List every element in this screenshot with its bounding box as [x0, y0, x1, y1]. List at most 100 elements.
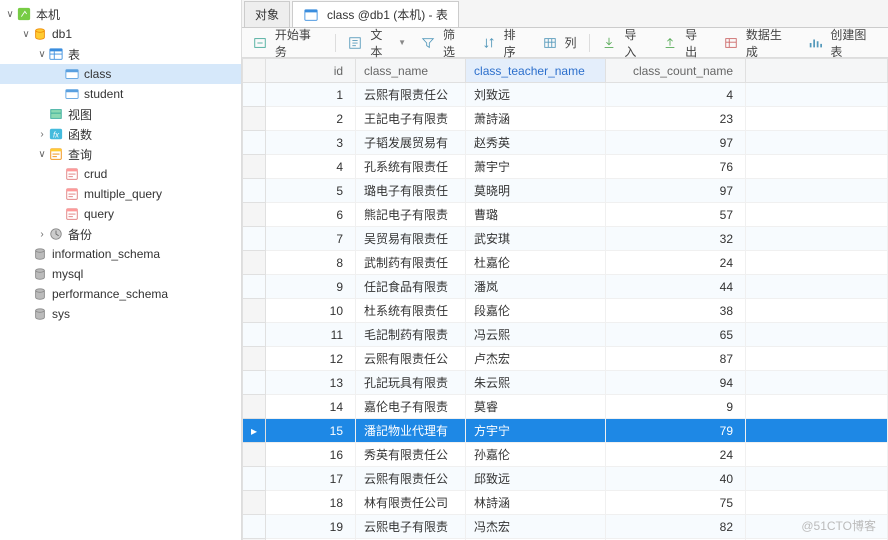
cell-id[interactable]: 14: [266, 395, 356, 419]
cell-class-count-name[interactable]: 97: [606, 131, 746, 155]
begin-transaction-button[interactable]: 开始事务: [246, 23, 329, 63]
table-row[interactable]: 12云熙有限责任公卢杰宏87: [243, 347, 888, 371]
cell-class-count-name[interactable]: 76: [606, 155, 746, 179]
table-row[interactable]: 16秀英有限责任公孙嘉伦24: [243, 443, 888, 467]
cell-class-count-name[interactable]: 24: [606, 443, 746, 467]
cell-class-name[interactable]: 林有限责任公司: [356, 491, 466, 515]
cell-class-count-name[interactable]: 65: [606, 323, 746, 347]
twisty-icon[interactable]: ›: [36, 229, 48, 240]
table-row[interactable]: ▸15潘記物业代理有方宇宁79: [243, 419, 888, 443]
cell-id[interactable]: 7: [266, 227, 356, 251]
cell-class-teacher-name[interactable]: 卢杰宏: [466, 347, 606, 371]
table-row[interactable]: 9任記食品有限责潘岚44: [243, 275, 888, 299]
cell-class-teacher-name[interactable]: 莫晓明: [466, 179, 606, 203]
col-id[interactable]: id: [266, 59, 356, 83]
cell-id[interactable]: 13: [266, 371, 356, 395]
cell-id[interactable]: 19: [266, 515, 356, 539]
cell-id[interactable]: 17: [266, 467, 356, 491]
db-sys[interactable]: sys: [0, 304, 241, 324]
cell-class-name[interactable]: 璐电子有限责任: [356, 179, 466, 203]
columns-button[interactable]: 列: [536, 31, 583, 54]
cell-class-name[interactable]: 武制药有限责任: [356, 251, 466, 275]
cell-class-count-name[interactable]: 57: [606, 203, 746, 227]
cell-class-name[interactable]: 熊記电子有限责: [356, 203, 466, 227]
cell-id[interactable]: 18: [266, 491, 356, 515]
col-class-teacher-name[interactable]: class_teacher_name: [466, 59, 606, 83]
chart-button[interactable]: 创建图表: [801, 23, 884, 63]
functions-folder[interactable]: ›fx函数: [0, 124, 241, 144]
twisty-icon[interactable]: ∨: [36, 49, 48, 60]
table-row[interactable]: 8武制药有限责任杜嘉伦24: [243, 251, 888, 275]
cell-class-name[interactable]: 吴贸易有限责任: [356, 227, 466, 251]
cell-class-count-name[interactable]: 9: [606, 395, 746, 419]
table-row[interactable]: 5璐电子有限责任莫晓明97: [243, 179, 888, 203]
table-row[interactable]: 6熊記电子有限责曹璐57: [243, 203, 888, 227]
cell-class-count-name[interactable]: 40: [606, 467, 746, 491]
cell-class-teacher-name[interactable]: 孙嘉伦: [466, 443, 606, 467]
table-row[interactable]: 19云熙电子有限责冯杰宏82: [243, 515, 888, 539]
table-row[interactable]: 4孔系统有限责任萧宇宁76: [243, 155, 888, 179]
cell-class-name[interactable]: 云熙有限责任公: [356, 467, 466, 491]
cell-class-count-name[interactable]: 44: [606, 275, 746, 299]
cell-id[interactable]: 9: [266, 275, 356, 299]
cell-class-teacher-name[interactable]: 邱致远: [466, 467, 606, 491]
cell-class-teacher-name[interactable]: 萧宇宁: [466, 155, 606, 179]
import-button[interactable]: 导入: [596, 23, 655, 63]
cell-class-name[interactable]: 孔記玩具有限责: [356, 371, 466, 395]
twisty-icon[interactable]: ∨: [4, 9, 16, 20]
table-row[interactable]: 17云熙有限责任公邱致远40: [243, 467, 888, 491]
cell-class-name[interactable]: 潘記物业代理有: [356, 419, 466, 443]
host[interactable]: ∨本机: [0, 4, 241, 24]
db-mysql[interactable]: mysql: [0, 264, 241, 284]
views-folder[interactable]: 视图: [0, 104, 241, 124]
cell-class-name[interactable]: 子韬发展贸易有: [356, 131, 466, 155]
cell-class-teacher-name[interactable]: 莫睿: [466, 395, 606, 419]
cell-class-teacher-name[interactable]: 林詩涵: [466, 491, 606, 515]
cell-id[interactable]: 2: [266, 107, 356, 131]
cell-class-count-name[interactable]: 38: [606, 299, 746, 323]
cell-class-count-name[interactable]: 82: [606, 515, 746, 539]
cell-class-name[interactable]: 毛記制药有限责: [356, 323, 466, 347]
table-row[interactable]: 2王記电子有限责萧詩涵23: [243, 107, 888, 131]
table-student[interactable]: student: [0, 84, 241, 104]
table-row[interactable]: 1云熙有限责任公刘致远4: [243, 83, 888, 107]
cell-id[interactable]: 10: [266, 299, 356, 323]
cell-id[interactable]: 4: [266, 155, 356, 179]
cell-class-teacher-name[interactable]: 段嘉伦: [466, 299, 606, 323]
cell-id[interactable]: 5: [266, 179, 356, 203]
text-button[interactable]: 文本▼: [342, 23, 413, 63]
cell-class-teacher-name[interactable]: 萧詩涵: [466, 107, 606, 131]
cell-class-name[interactable]: 孔系统有限责任: [356, 155, 466, 179]
cell-class-teacher-name[interactable]: 杜嘉伦: [466, 251, 606, 275]
cell-class-name[interactable]: 王記电子有限责: [356, 107, 466, 131]
table-class[interactable]: class: [0, 64, 241, 84]
db-information-schema[interactable]: information_schema: [0, 244, 241, 264]
query-query[interactable]: query: [0, 204, 241, 224]
cell-class-name[interactable]: 秀英有限责任公: [356, 443, 466, 467]
cell-id[interactable]: 12: [266, 347, 356, 371]
table-row[interactable]: 10杜系统有限责任段嘉伦38: [243, 299, 888, 323]
twisty-icon[interactable]: ∨: [36, 149, 48, 160]
table-row[interactable]: 3子韬发展贸易有赵秀英97: [243, 131, 888, 155]
cell-id[interactable]: 1: [266, 83, 356, 107]
cell-class-teacher-name[interactable]: 武安琪: [466, 227, 606, 251]
cell-id[interactable]: 6: [266, 203, 356, 227]
twisty-icon[interactable]: ›: [36, 129, 48, 140]
cell-class-count-name[interactable]: 23: [606, 107, 746, 131]
datagen-button[interactable]: 数据生成: [717, 23, 800, 63]
cell-class-teacher-name[interactable]: 潘岚: [466, 275, 606, 299]
cell-class-count-name[interactable]: 94: [606, 371, 746, 395]
cell-class-name[interactable]: 云熙有限责任公: [356, 347, 466, 371]
cell-class-teacher-name[interactable]: 冯杰宏: [466, 515, 606, 539]
query-crud[interactable]: crud: [0, 164, 241, 184]
cell-class-name[interactable]: 任記食品有限责: [356, 275, 466, 299]
queries-folder[interactable]: ∨查询: [0, 144, 241, 164]
cell-id[interactable]: 11: [266, 323, 356, 347]
col-class-count-name[interactable]: class_count_name: [606, 59, 746, 83]
cell-class-count-name[interactable]: 24: [606, 251, 746, 275]
cell-class-count-name[interactable]: 87: [606, 347, 746, 371]
table-row[interactable]: 13孔記玩具有限责朱云熙94: [243, 371, 888, 395]
table-row[interactable]: 18林有限责任公司林詩涵75: [243, 491, 888, 515]
cell-id[interactable]: 8: [266, 251, 356, 275]
database[interactable]: ∨db1: [0, 24, 241, 44]
